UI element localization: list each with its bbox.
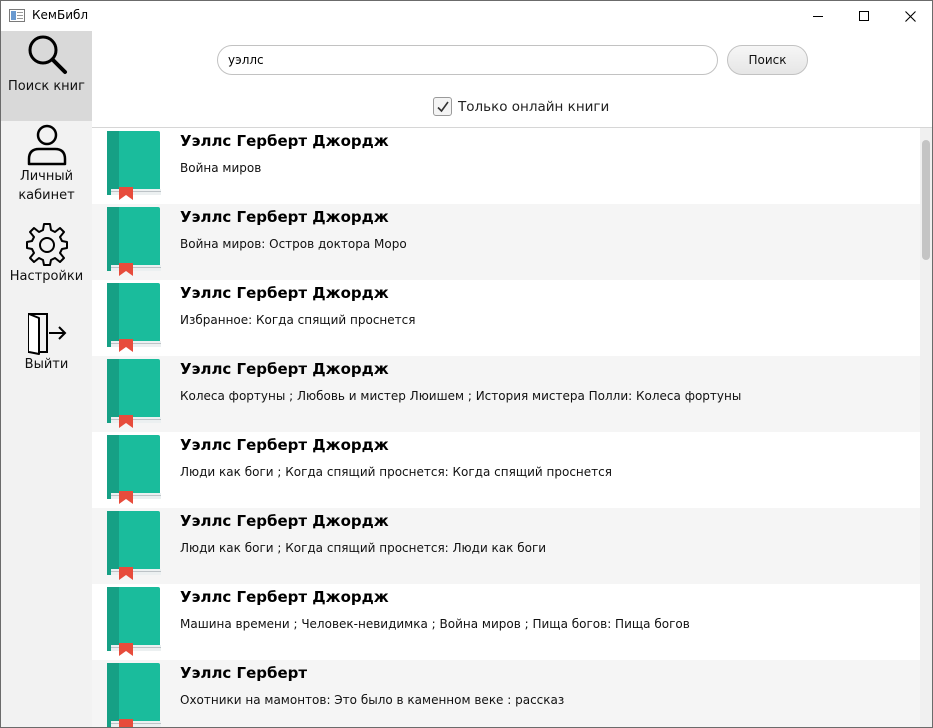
sidebar-item-label: Поиск книг (8, 79, 85, 94)
results-list: Уэллс Герберт Джордж Война миров Уэллс Гер… (92, 127, 932, 727)
user-icon (27, 124, 66, 166)
maximize-icon (859, 11, 869, 21)
result-row[interactable]: Уэллс Герберт Охотники на мамонтов: Это б… (92, 660, 920, 727)
book-icon (107, 359, 161, 428)
sidebar-item-label: Личный кабинет (18, 169, 75, 203)
close-icon (904, 10, 916, 22)
minimize-icon (813, 15, 823, 17)
result-title: Война миров (180, 161, 262, 175)
result-row[interactable]: Уэллс Герберт Джордж Избранное: Когда спя… (92, 280, 920, 356)
sidebar-item-search-books[interactable]: Поиск книг (1, 31, 92, 121)
scrollbar[interactable] (920, 128, 932, 727)
sidebar-item-exit[interactable]: Выйти (1, 311, 92, 381)
result-author: Уэллс Герберт (180, 664, 308, 682)
search-button[interactable]: Поиск (727, 45, 808, 75)
result-title: Машина времени ; Человек-невидимка ; Вой… (180, 617, 690, 631)
result-author: Уэллс Герберт Джордж (180, 208, 389, 226)
book-icon (107, 283, 161, 352)
sidebar-item-label: Настройки (9, 269, 84, 284)
gear-icon (25, 223, 68, 266)
window-title: КемБибл (32, 8, 89, 22)
minimize-button[interactable] (795, 1, 841, 31)
result-author: Уэллс Герберт Джордж (180, 284, 389, 302)
result-row[interactable]: Уэллс Герберт Джордж Машина времени ; Чел… (92, 584, 920, 660)
result-author: Уэллс Герберт Джордж (180, 512, 389, 530)
app-icon (9, 9, 25, 22)
result-title: Война миров: Остров доктора Моро (180, 237, 407, 251)
sidebar-item-label: Выйти (24, 357, 69, 372)
book-icon (107, 435, 161, 504)
search-input[interactable] (217, 45, 718, 75)
book-icon (107, 131, 161, 200)
search-icon (28, 35, 67, 74)
result-author: Уэллс Герберт Джордж (180, 436, 389, 454)
result-title: Охотники на мамонтов: Это было в каменно… (180, 693, 565, 707)
sidebar-item-personal-account[interactable]: Личный кабинет (1, 121, 92, 209)
result-author: Уэллс Герберт Джордж (180, 132, 389, 150)
result-row[interactable]: Уэллс Герберт Джордж Война миров (92, 128, 920, 204)
sidebar: Поиск книг Личный кабинет Настройки Выйт… (1, 31, 92, 727)
close-button[interactable] (887, 1, 932, 31)
book-icon (107, 587, 161, 656)
online-only-checkbox[interactable] (433, 97, 452, 116)
book-icon (107, 207, 161, 276)
result-row[interactable]: Уэллс Герберт Джордж Колеса фортуны ; Люб… (92, 356, 920, 432)
app-window: КемБибл Поиск книг Личный кабинет Настро… (0, 0, 933, 728)
result-author: Уэллс Герберт Джордж (180, 588, 389, 606)
result-title: Люди как боги ; Когда спящий проснется: … (180, 541, 547, 555)
scrollbar-thumb[interactable] (922, 140, 930, 260)
exit-icon (27, 313, 66, 355)
maximize-button[interactable] (841, 1, 887, 31)
result-row[interactable]: Уэллс Герберт Джордж Война миров: Остров … (92, 204, 920, 280)
result-row[interactable]: Уэллс Герберт Джордж Люди как боги ; Когд… (92, 508, 920, 584)
result-row[interactable]: Уэллс Герберт Джордж Люди как боги ; Когд… (92, 432, 920, 508)
book-icon (107, 663, 161, 727)
online-only-label[interactable]: Только онлайн книги (458, 99, 609, 115)
checkmark-icon (437, 101, 449, 113)
result-title: Избранное: Когда спящий проснется (180, 313, 416, 327)
result-author: Уэллс Герберт Джордж (180, 360, 389, 378)
sidebar-item-settings[interactable]: Настройки (1, 223, 92, 293)
book-icon (107, 511, 161, 580)
title-bar: КемБибл (1, 1, 932, 31)
result-title: Колеса фортуны ; Любовь и мистер Люишем … (180, 389, 742, 403)
result-title: Люди как боги ; Когда спящий проснется: … (180, 465, 612, 479)
